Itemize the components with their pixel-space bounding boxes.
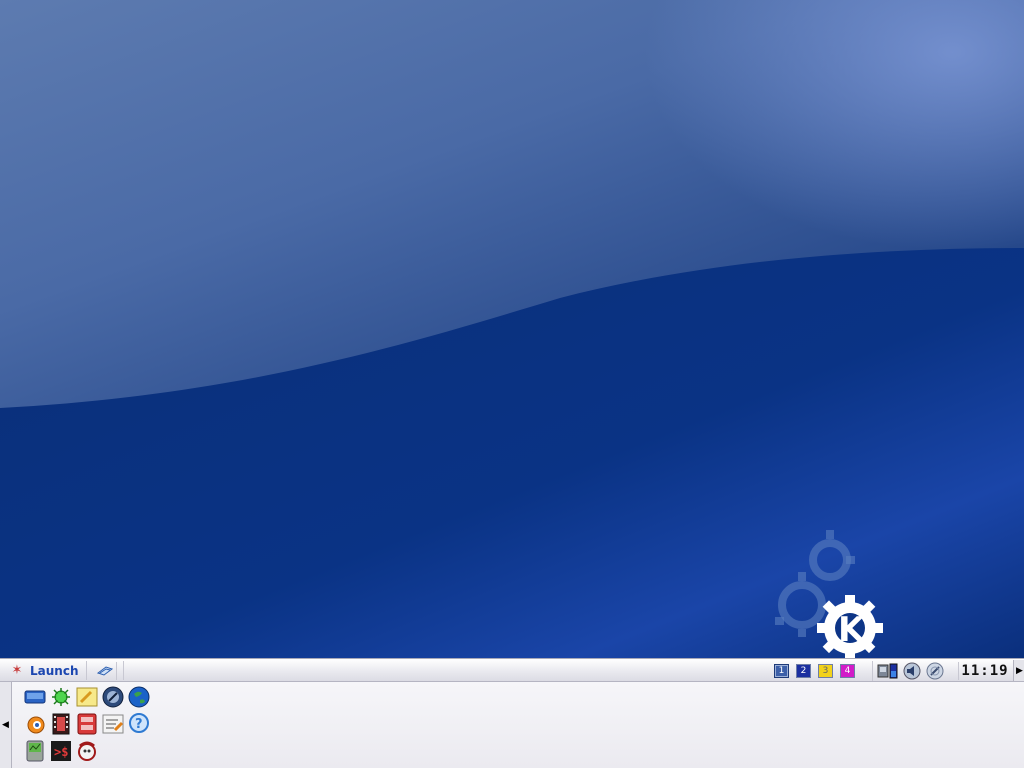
film-icon[interactable] [50,713,72,735]
desktop-1-button[interactable]: 1 [774,664,789,678]
help-icon[interactable]: ? [128,713,150,735]
arrow-right-icon: ▶ [1016,665,1023,676]
notes-icon[interactable] [76,686,98,708]
display-icon[interactable] [24,686,46,708]
panel-hide-right-button[interactable]: ▶ [1013,660,1024,681]
launch-menu-button[interactable]: ✶ Launch [4,661,87,680]
svg-text:?: ? [135,717,143,732]
arrow-left-icon: ◀ [2,720,9,730]
taskbar: ✶ Launch 1 2 3 4 11:19 ▶ [0,658,1024,682]
blender-icon[interactable] [24,713,46,735]
svg-text:K: K [838,610,866,650]
monitor-icon[interactable] [877,662,899,680]
volume-icon[interactable] [902,662,922,680]
system-tray [872,661,945,681]
terminal-icon[interactable] [102,686,124,708]
show-desktop-button[interactable] [94,662,117,680]
desktop-background: K [0,0,1024,658]
desktop-2-button[interactable]: 2 [796,664,811,678]
show-desktop-icon [97,666,113,676]
quick-launcher-panel: ◀ ? >$ [0,682,1024,768]
desktop-pager: 1 2 3 4 [774,662,855,680]
kde-menu-icon: ✶ [11,662,23,678]
globe-icon[interactable] [128,686,150,708]
network-icon[interactable] [925,662,945,680]
panel-hide-left-button[interactable]: ◀ [0,682,12,768]
desktop-4-button[interactable]: 4 [840,664,855,678]
launch-label: Launch [30,663,79,678]
bug-icon[interactable] [50,686,72,708]
task-list-area[interactable] [123,661,769,680]
desktop-3-button[interactable]: 3 [818,664,833,678]
document-edit-icon[interactable] [102,713,124,735]
konqueror-icon[interactable] [76,740,98,762]
console-icon[interactable]: >$ [50,740,72,762]
kde-gear-logo: K [775,530,883,658]
svg-text:>$: >$ [54,745,68,759]
clock[interactable]: 11:19 [958,662,1011,680]
system-monitor-icon[interactable] [24,740,46,762]
quick-launcher-grid: ? >$ [24,686,154,767]
media-player-icon[interactable] [76,713,98,735]
